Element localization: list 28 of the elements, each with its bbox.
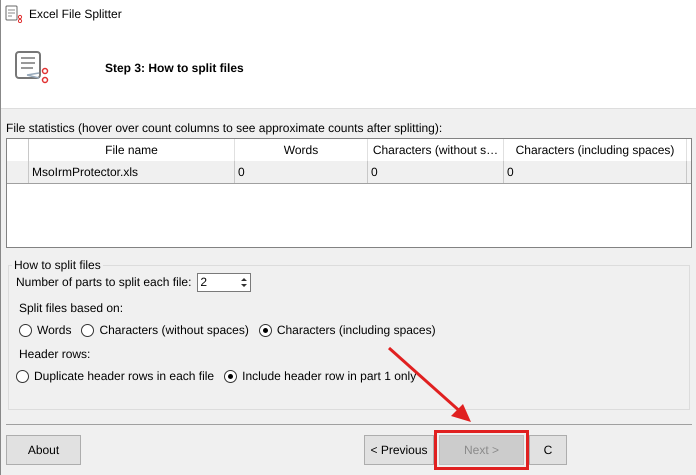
wizard-button[interactable]: < Previous [364,435,434,465]
statistics-label: File statistics (hover over count columns to see approximate counts after splitting): [6,121,444,135]
wizard-button[interactable]: C [529,435,567,465]
radio-label[interactable]: Characters (including spaces) [276,323,436,337]
parts-spinner[interactable]: 2 [197,272,252,292]
radio-button[interactable] [16,370,29,382]
radio-label[interactable]: Duplicate header rows in each file [34,369,214,383]
based-on-label: Split files based on: [19,301,124,315]
app-icon [5,5,23,23]
step-title: Step 3: How to split files [105,61,244,75]
about-button[interactable]: About [6,435,81,465]
parts-field[interactable]: 2 [198,275,236,289]
table-cell: 0 [368,161,504,183]
document-scissors-icon [15,51,49,85]
radio-button[interactable] [224,370,238,382]
radio-button[interactable] [19,324,32,336]
radio-button[interactable] [81,324,94,336]
table-cell: MsoIrmProtector.xls [29,161,235,183]
window-title: Excel File Splitter [29,7,122,21]
radio-label[interactable]: Characters (without spaces) [99,323,249,337]
table-cell: 0 [235,161,368,183]
group-title: How to split files [13,258,102,272]
radio-label[interactable]: Words [37,323,72,337]
parts-label: Number of parts to split each file: [16,275,192,289]
table-cell: 0 [504,161,687,183]
radio-label[interactable]: Include header row in part 1 only [242,369,416,383]
header-rows-label: Header rows: [19,347,90,361]
radio-button[interactable] [258,324,272,336]
